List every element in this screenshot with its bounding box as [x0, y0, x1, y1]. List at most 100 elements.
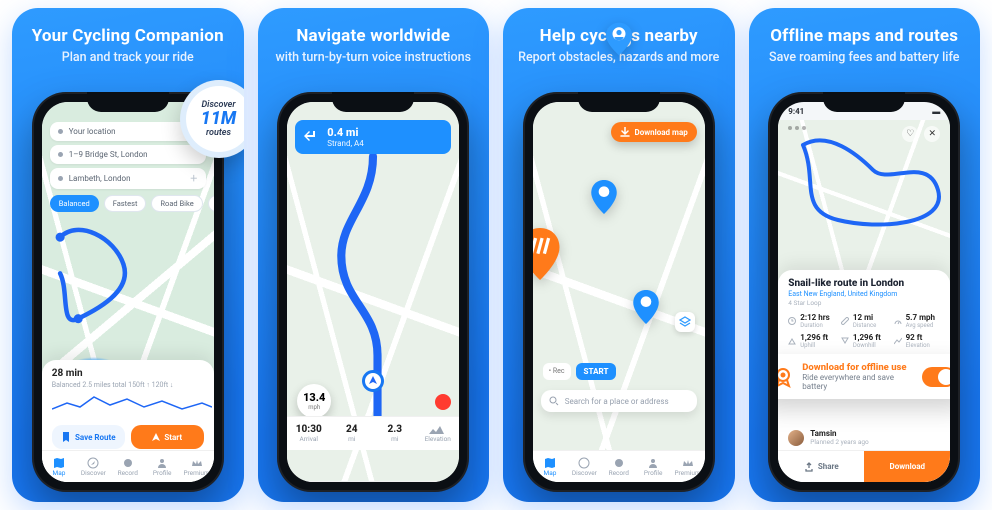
route-bottom-bar: Share Download: [778, 450, 950, 482]
offline-subtitle: Ride everywhere and save battery: [802, 373, 914, 391]
chip-balanced[interactable]: Balanced: [50, 195, 99, 212]
input-via-text: 1–9 Bridge St, London: [69, 150, 148, 159]
tab-discover[interactable]: Discover: [76, 451, 110, 482]
elevation-sparkline: [52, 389, 212, 415]
share-icon: [804, 462, 814, 472]
pin-hazard-blue[interactable]: [633, 290, 659, 324]
add-stop-icon[interactable]: ＋: [190, 173, 198, 184]
stat-distance: 12 miDistance: [841, 313, 888, 329]
stat-uphill: 1,296 ftUphill: [788, 333, 835, 349]
route-stats: 2:12 hrsDuration 12 miDistance 5.7 mphAv…: [788, 313, 940, 349]
tab-profile-label: Profile: [644, 469, 663, 477]
tab-profile-label: Profile: [153, 469, 172, 477]
tab-bar: Map Discover Record Profile Premium: [42, 450, 214, 482]
screenshot-gallery: Your Cycling Companion Plan and track yo…: [0, 0, 992, 510]
ruler-icon: [841, 317, 849, 325]
chip-fastest[interactable]: Fastest: [104, 195, 147, 212]
pin-police-officer: [606, 22, 632, 56]
route-profile-chips: Balanced Fastest Road Bike Mountai: [50, 195, 206, 212]
screen: 9:41 Your location 1–9 Bridge St, London…: [42, 102, 214, 482]
elev-icon: [429, 425, 447, 435]
metric-total: 24mi: [330, 417, 373, 450]
start-route-button[interactable]: Start: [131, 425, 204, 449]
search-icon: [549, 396, 559, 406]
stat-downhill: 1,296 ftDownhill: [841, 333, 888, 349]
input-via[interactable]: 1–9 Bridge St, London: [50, 145, 206, 164]
nav-arrow-icon: [152, 433, 160, 441]
tab-record[interactable]: Record: [111, 451, 145, 482]
search-bar[interactable]: Search for a place or address: [541, 390, 697, 412]
offline-download-card[interactable]: Download for offline use Ride everywhere…: [778, 354, 950, 399]
tab-record-label: Record: [118, 469, 138, 477]
tab-map[interactable]: Map: [42, 451, 76, 482]
share-label: Share: [818, 462, 839, 471]
rec-chip[interactable]: • Rec: [543, 363, 571, 380]
person-icon: [647, 457, 659, 469]
panel-subtitle: Plan and track your ride: [62, 50, 194, 84]
tab-profile[interactable]: Profile: [145, 451, 179, 482]
stat-value: 2:12 hrs: [800, 313, 830, 322]
chip-roadbike[interactable]: Road Bike: [151, 195, 202, 212]
tab-discover[interactable]: Discover: [567, 451, 601, 482]
tab-record[interactable]: Record: [602, 451, 636, 482]
promo-panel-2: Navigate worldwide with turn-by-turn voi…: [258, 8, 490, 502]
close-button[interactable]: ✕: [924, 126, 940, 142]
tab-premium-label: Premium: [674, 469, 700, 477]
metric-value: 10:30: [296, 424, 322, 435]
turn-street: Strand, A4: [327, 139, 363, 148]
pin-roadworks-orange[interactable]: [533, 228, 561, 280]
metric-label: mi: [391, 435, 398, 443]
speed-unit: mph: [308, 404, 320, 411]
elev-icon: [894, 337, 902, 345]
compass-icon: [578, 457, 590, 469]
input-origin-text: Your location: [69, 127, 116, 136]
speed-icon: [894, 317, 902, 325]
layers-icon: [679, 316, 691, 328]
turn-left-icon: [303, 129, 319, 145]
stat-label: Downhill: [853, 342, 881, 349]
turn-instruction-bar[interactable]: 0.4 mi Strand, A4: [295, 120, 451, 154]
tab-premium[interactable]: Premium: [670, 451, 704, 482]
image-carousel-dots[interactable]: [788, 126, 806, 130]
screen: 9:41 ▬ ♡ ✕ Snail-like route in London Ea…: [778, 102, 950, 482]
layers-button[interactable]: [675, 312, 695, 332]
notch: [332, 92, 414, 112]
download-label: Download: [890, 462, 926, 471]
download-map-callout[interactable]: Download map: [611, 122, 697, 142]
download-button[interactable]: Download: [864, 451, 950, 482]
stat-value: 1,296 ft: [853, 333, 881, 342]
notch: [578, 92, 660, 112]
ride-metrics-bar: 10:30Arrival 24mi 2.3mi Elevation: [287, 416, 459, 450]
panel-subtitle: Save roaming fees and battery life: [769, 50, 959, 84]
save-route-button[interactable]: Save Route: [52, 425, 125, 449]
route-author[interactable]: Tamsin Planned 2 years ago: [788, 429, 868, 446]
stat-elevation: 92 ftElevation: [894, 333, 941, 349]
route-location: East New England, United Kingdom: [788, 290, 940, 298]
stat-duration: 2:12 hrsDuration: [788, 313, 835, 329]
pin-hazard-blue[interactable]: [591, 180, 617, 214]
screen: 9:41 ▬ Download map • Rec START: [533, 102, 705, 482]
tab-profile[interactable]: Profile: [636, 451, 670, 482]
up-icon: [788, 337, 796, 345]
tab-map[interactable]: Map: [533, 451, 567, 482]
input-destination[interactable]: Lambeth, London＋: [50, 168, 206, 189]
favorite-button[interactable]: ♡: [902, 126, 918, 142]
offline-toggle[interactable]: [922, 367, 950, 387]
tab-premium[interactable]: Premium: [179, 451, 213, 482]
bookmark-icon: [61, 432, 71, 442]
clock-icon: [788, 317, 796, 325]
turn-distance: 0.4 mi: [327, 126, 363, 139]
map-canvas[interactable]: [533, 102, 705, 482]
route-polyline: [778, 120, 950, 280]
start-button[interactable]: START: [576, 363, 617, 380]
route-detail-sheet[interactable]: Snail-like route in London East New Engl…: [778, 270, 950, 482]
tab-map-label: Map: [544, 469, 557, 477]
route-polyline: [42, 202, 214, 372]
share-button[interactable]: Share: [778, 451, 864, 482]
stat-value: 1,296 ft: [800, 333, 828, 342]
promo-panel-3: Help cyclists nearby Report obstacles, h…: [503, 8, 735, 502]
badge-bottom: routes: [206, 128, 231, 138]
crown-icon: [191, 457, 203, 469]
notch: [823, 92, 905, 112]
status-right: ▬: [932, 107, 940, 116]
